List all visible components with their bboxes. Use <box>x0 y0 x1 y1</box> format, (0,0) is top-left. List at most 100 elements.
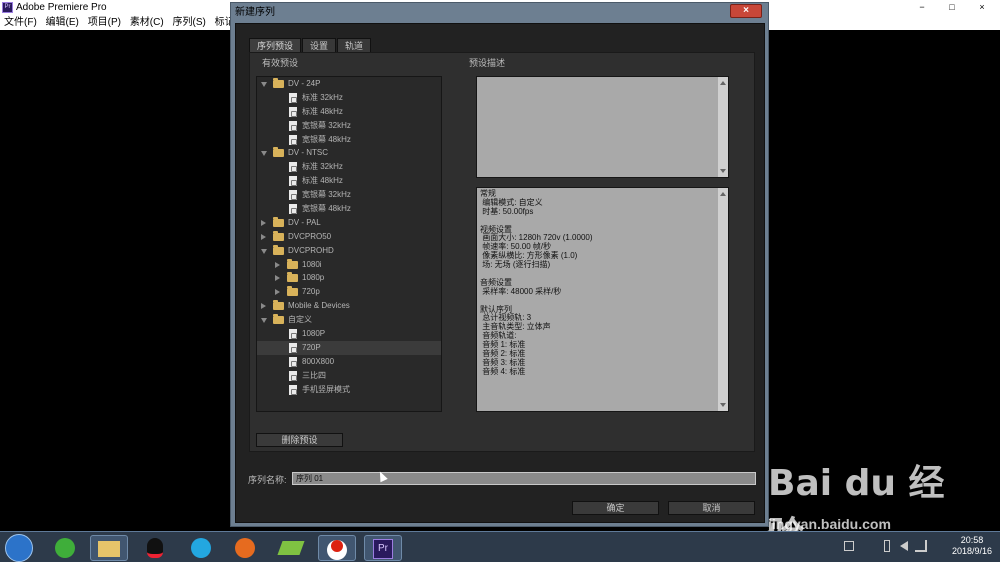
expand-arrow-down-icon[interactable] <box>261 82 267 87</box>
tree-folder-row[interactable]: DV - 24P <box>257 77 441 91</box>
tree-preset-row[interactable]: 标准 48kHz <box>257 105 441 119</box>
description-line: 场: 无场 (逐行扫描) <box>480 260 551 270</box>
preset-file-icon <box>289 342 297 353</box>
tree-folder-row[interactable]: 1080p <box>257 271 441 285</box>
tree-preset-row[interactable]: 手机竖屏模式 <box>257 383 441 397</box>
360-browser-icon[interactable] <box>46 535 84 561</box>
recorder-icon[interactable] <box>318 535 356 561</box>
menu-project[interactable]: 项目(P) <box>88 15 121 30</box>
folder-icon <box>273 300 284 311</box>
volume-icon[interactable] <box>900 541 908 551</box>
folder-icon <box>287 272 298 283</box>
tree-folder-row[interactable]: 1080i <box>257 258 441 272</box>
ok-button[interactable]: 确定 <box>572 501 659 515</box>
premiere-pro-taskbar-icon[interactable]: Pr <box>364 535 402 561</box>
dialog-close-button[interactable]: × <box>730 4 762 18</box>
tree-preset-row[interactable]: 宽银幕 48kHz <box>257 133 441 147</box>
delete-preset-button[interactable]: 删除预设 <box>256 433 343 447</box>
tree-folder-row[interactable]: DVCPRO50 <box>257 230 441 244</box>
preset-file-icon <box>289 162 297 173</box>
system-clock[interactable]: 20:58 2018/9/16 <box>952 535 992 557</box>
expand-arrow-right-icon[interactable] <box>261 303 266 310</box>
app-title: Adobe Premiere Pro <box>16 2 107 13</box>
tree-folder-row[interactable]: DV - PAL <box>257 216 441 230</box>
tree-preset-row[interactable]: 1080P <box>257 327 441 341</box>
baidu-url: jingyan.baidu.com <box>768 516 891 532</box>
tree-item-label: 三比四 <box>302 370 326 380</box>
tree-folder-row[interactable]: 自定义 <box>257 313 441 327</box>
new-sequence-dialog: 新建序列 × 序列预设 设置 轨道 有效预设 预设描述 DV - 24P 标准 3… <box>230 2 769 527</box>
tree-preset-row[interactable]: 标准 32kHz <box>257 160 441 174</box>
preset-tree: DV - 24P 标准 32kHz 标准 48kHz 宽银幕 32kHz 宽银幕 48k… <box>256 76 442 412</box>
tree-item-label: 标准 32kHz <box>302 92 343 102</box>
menu-clip[interactable]: 素材(C) <box>130 15 164 30</box>
folder-icon <box>273 78 284 88</box>
expand-arrow-right-icon[interactable] <box>261 233 266 240</box>
maximize-button[interactable]: □ <box>945 1 959 14</box>
expand-arrow-right-icon[interactable] <box>275 289 280 296</box>
keyboard-icon[interactable] <box>844 541 854 551</box>
tree-item-label: 1080p <box>302 273 325 283</box>
tab-sequence-presets[interactable]: 序列预设 <box>249 38 302 52</box>
preset-file-icon <box>289 92 297 103</box>
tree-preset-row[interactable]: 标准 48kHz <box>257 174 441 188</box>
expand-arrow-right-icon[interactable] <box>275 261 280 268</box>
minimize-button[interactable]: − <box>915 1 929 14</box>
tree-preset-row[interactable]: 宽银幕 32kHz <box>257 119 441 133</box>
expand-arrow-down-icon[interactable] <box>261 151 267 157</box>
preset-description-top <box>476 76 729 178</box>
cancel-button[interactable]: 取消 <box>668 501 755 515</box>
tree-preset-row[interactable]: 800X800 <box>257 355 441 369</box>
tree-item-label: 宽银幕 48kHz <box>302 134 351 144</box>
folder-icon <box>287 258 298 269</box>
menu-file[interactable]: 文件(F) <box>4 15 37 30</box>
tab-tracks[interactable]: 轨道 <box>337 38 372 52</box>
preset-file-icon <box>289 120 297 131</box>
preset-file-icon <box>289 176 297 187</box>
preset-file-icon <box>289 370 297 381</box>
expand-arrow-down-icon[interactable] <box>261 248 267 254</box>
tree-item-label: 标准 32kHz <box>302 162 343 172</box>
clock-time: 20:58 <box>960 535 984 545</box>
tree-preset-row[interactable]: 标准 32kHz <box>257 91 441 105</box>
expand-arrow-down-icon[interactable] <box>261 318 267 324</box>
tree-folder-row[interactable]: DV - NTSC <box>257 146 441 160</box>
tree-item-label: 标准 48kHz <box>302 106 343 116</box>
sequence-name-input[interactable]: 序列 01 <box>292 472 756 485</box>
menu-edit[interactable]: 编辑(E) <box>46 15 79 30</box>
tree-preset-row[interactable]: 宽银幕 32kHz <box>257 188 441 202</box>
tree-preset-row[interactable]: 三比四 <box>257 369 441 383</box>
windows-start-icon[interactable] <box>5 534 33 562</box>
description-line <box>480 270 716 279</box>
media-player-icon[interactable] <box>182 535 220 561</box>
tree-item-label: DV - PAL <box>288 217 321 227</box>
preset-description-details: 常规 编辑模式: 自定义 时基: 50.00fps 视频设置 画面大小: 1280… <box>476 187 729 412</box>
firefox-icon[interactable] <box>226 535 264 561</box>
expand-arrow-right-icon[interactable] <box>261 219 266 226</box>
battery-icon[interactable] <box>884 540 890 552</box>
tree-folder-row[interactable]: Mobile & Devices <box>257 299 441 313</box>
description-line: 音频 4: 标准 <box>480 366 526 376</box>
tab-settings[interactable]: 设置 <box>302 38 337 52</box>
preset-file-icon <box>289 106 297 117</box>
tool-app-icon[interactable] <box>272 535 310 561</box>
app-close-button[interactable]: × <box>975 1 989 14</box>
preset-description-label: 预设描述 <box>469 58 506 68</box>
menu-sequence[interactable]: 序列(S) <box>172 15 205 30</box>
network-icon[interactable] <box>915 540 927 552</box>
tree-item-label: DVCPROHD <box>288 245 334 255</box>
details-scrollbar[interactable] <box>718 188 728 411</box>
file-explorer-icon[interactable] <box>90 535 128 561</box>
tree-folder-row[interactable]: DVCPROHD <box>257 244 441 258</box>
tree-folder-row[interactable]: 720p <box>257 285 441 299</box>
tree-item-label: DVCPRO50 <box>288 231 332 241</box>
qq-icon[interactable] <box>136 535 174 561</box>
tree-item-label: 手机竖屏模式 <box>302 384 350 394</box>
tree-preset-row[interactable]: 720P <box>257 340 441 355</box>
description-line <box>480 217 716 226</box>
tree-preset-row[interactable]: 宽银幕 48kHz <box>257 202 441 216</box>
expand-arrow-right-icon[interactable] <box>275 275 280 282</box>
preset-file-icon <box>289 356 297 367</box>
description-line <box>480 297 716 306</box>
description-scrollbar[interactable] <box>718 77 728 177</box>
